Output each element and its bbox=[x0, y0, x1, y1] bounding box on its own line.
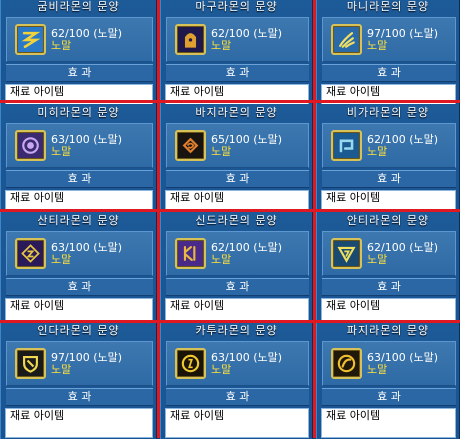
item-slot: 62/100 (노말) 노말 bbox=[322, 231, 456, 276]
panel-title: 안티라몬의 문양 bbox=[346, 214, 430, 227]
divider-line bbox=[0, 100, 460, 103]
divider-line bbox=[157, 0, 160, 438]
item-slot: 63/100 (노말) 노말 bbox=[166, 341, 309, 386]
item-grade: 노말 bbox=[367, 145, 388, 158]
panel-title: 카투라몬의 문양 bbox=[195, 324, 278, 337]
glyph-panel: 마니라몬의 문양 97/100 (노말) 노말 효 과 재료 아이템 bbox=[316, 0, 460, 115]
glyph-panel: 마구라몬의 문양 62/100 (노말) 노말 효 과 재료 아이템 bbox=[160, 0, 313, 115]
item-slot: 63/100 (노말) 노말 bbox=[322, 341, 456, 386]
glyph-shield-icon[interactable] bbox=[15, 348, 46, 379]
item-slot: 63/100 (노말) 노말 bbox=[6, 123, 153, 168]
effect-button[interactable]: 효 과 bbox=[6, 64, 153, 82]
glyph-panel: 미히라몬의 문양 63/100 (노말) 노말 효 과 재료 아이템 bbox=[0, 104, 157, 221]
glyph-panel: 인다라몬의 문양 97/100 (노말) 노말효 과재료 아이템 bbox=[0, 322, 157, 439]
glyph-panel: 카투라몬의 문양 63/100 (노말) 노말효 과재료 아이템 bbox=[160, 322, 313, 439]
item-grade: 노말 bbox=[51, 39, 72, 52]
material-item-field: 재료 아이템 bbox=[165, 408, 309, 438]
glyph-panel: 파지라몬의 문양 63/100 (노말) 노말효 과재료 아이템 bbox=[316, 322, 460, 439]
glyph-panel: 신드라몬의 문양 62/100 (노말) 노말 효 과 재료 아이템 bbox=[160, 212, 313, 329]
item-grade: 노말 bbox=[51, 253, 72, 266]
effect-button[interactable]: 효 과 bbox=[6, 388, 153, 406]
panel-title: 미히라몬의 문양 bbox=[37, 106, 120, 119]
item-slot: 62/100 (노말) 노말 bbox=[322, 123, 456, 168]
item-slot: 62/100 (노말) 노말 bbox=[6, 17, 153, 62]
effect-button[interactable]: 효 과 bbox=[322, 64, 456, 82]
panel-title: 인다라몬의 문양 bbox=[37, 324, 120, 337]
item-slot: 62/100 (노말) 노말 bbox=[166, 17, 309, 62]
panel-title: 마니라몬의 문양 bbox=[346, 0, 430, 13]
item-grade: 노말 bbox=[211, 145, 232, 158]
divider-line bbox=[0, 320, 460, 323]
item-slot: 97/100 (노말) 노말 bbox=[322, 17, 456, 62]
item-grade: 노말 bbox=[367, 363, 388, 376]
divider-line bbox=[313, 0, 316, 438]
effect-button[interactable]: 효 과 bbox=[6, 278, 153, 296]
effect-button[interactable]: 효 과 bbox=[322, 388, 456, 406]
glyph-medal-icon[interactable] bbox=[331, 348, 362, 379]
item-grade: 노말 bbox=[211, 39, 232, 52]
effect-button[interactable]: 효 과 bbox=[166, 278, 309, 296]
glyph-triangle-icon[interactable] bbox=[331, 238, 362, 269]
glyph-panel: 굼비라몬의 문양 62/100 (노말) 노말 효 과 재료 아이템 bbox=[0, 0, 157, 115]
glyph-rune-icon[interactable] bbox=[175, 238, 206, 269]
glyph-zigzag-icon[interactable] bbox=[15, 24, 46, 55]
item-grade: 노말 bbox=[51, 145, 72, 158]
panel-title: 비가라몬의 문양 bbox=[346, 106, 430, 119]
panel-title: 산티라몬의 문양 bbox=[37, 214, 120, 227]
item-grade: 노말 bbox=[51, 363, 72, 376]
glyph-panel: 바지라몬의 문양 65/100 (노말) 노말 효 과 재료 아이템 bbox=[160, 104, 313, 221]
glyph-panel: 안티라몬의 문양 62/100 (노말) 노말 효 과 재료 아이템 bbox=[316, 212, 460, 329]
effect-button[interactable]: 효 과 bbox=[322, 278, 456, 296]
panel-title: 바지라몬의 문양 bbox=[195, 106, 278, 119]
panel-title: 파지라몬의 문양 bbox=[346, 324, 430, 337]
glyph-coin-icon[interactable] bbox=[175, 348, 206, 379]
item-slot: 62/100 (노말) 노말 bbox=[166, 231, 309, 276]
glyph-panel: 비가라몬의 문양 62/100 (노말) 노말 효 과 재료 아이템 bbox=[316, 104, 460, 221]
glyph-swirl-icon[interactable] bbox=[175, 130, 206, 161]
item-grade: 노말 bbox=[367, 253, 388, 266]
glyph-diamond-icon[interactable] bbox=[15, 238, 46, 269]
panel-title: 마구라몬의 문양 bbox=[195, 0, 278, 13]
panel-title: 굼비라몬의 문양 bbox=[37, 0, 120, 13]
item-grade: 노말 bbox=[367, 39, 388, 52]
material-item-field: 재료 아이템 bbox=[321, 408, 456, 438]
effect-button[interactable]: 효 과 bbox=[6, 170, 153, 188]
divider-line bbox=[0, 209, 460, 212]
effect-button[interactable]: 효 과 bbox=[166, 388, 309, 406]
item-grade: 노말 bbox=[211, 253, 232, 266]
panel-title: 신드라몬의 문양 bbox=[195, 214, 278, 227]
glyph-crest-icon[interactable] bbox=[175, 24, 206, 55]
item-slot: 97/100 (노말) 노말 bbox=[6, 341, 153, 386]
effect-button[interactable]: 효 과 bbox=[322, 170, 456, 188]
glyph-panel-grid: 굼비라몬의 문양 62/100 (노말) 노말 효 과 재료 아이템 마구라몬의 문양 62… bbox=[0, 0, 460, 439]
glyph-panel: 산티라몬의 문양 63/100 (노말) 노말 효 과 재료 아이템 bbox=[0, 212, 157, 329]
item-slot: 63/100 (노말) 노말 bbox=[6, 231, 153, 276]
glyph-ring-icon[interactable] bbox=[15, 130, 46, 161]
item-slot: 65/100 (노말) 노말 bbox=[166, 123, 309, 168]
effect-button[interactable]: 효 과 bbox=[166, 170, 309, 188]
effect-button[interactable]: 효 과 bbox=[166, 64, 309, 82]
glyph-hook-icon[interactable] bbox=[331, 130, 362, 161]
glyph-claw-icon[interactable] bbox=[331, 24, 362, 55]
item-grade: 노말 bbox=[211, 363, 232, 376]
material-item-field: 재료 아이템 bbox=[5, 408, 153, 438]
